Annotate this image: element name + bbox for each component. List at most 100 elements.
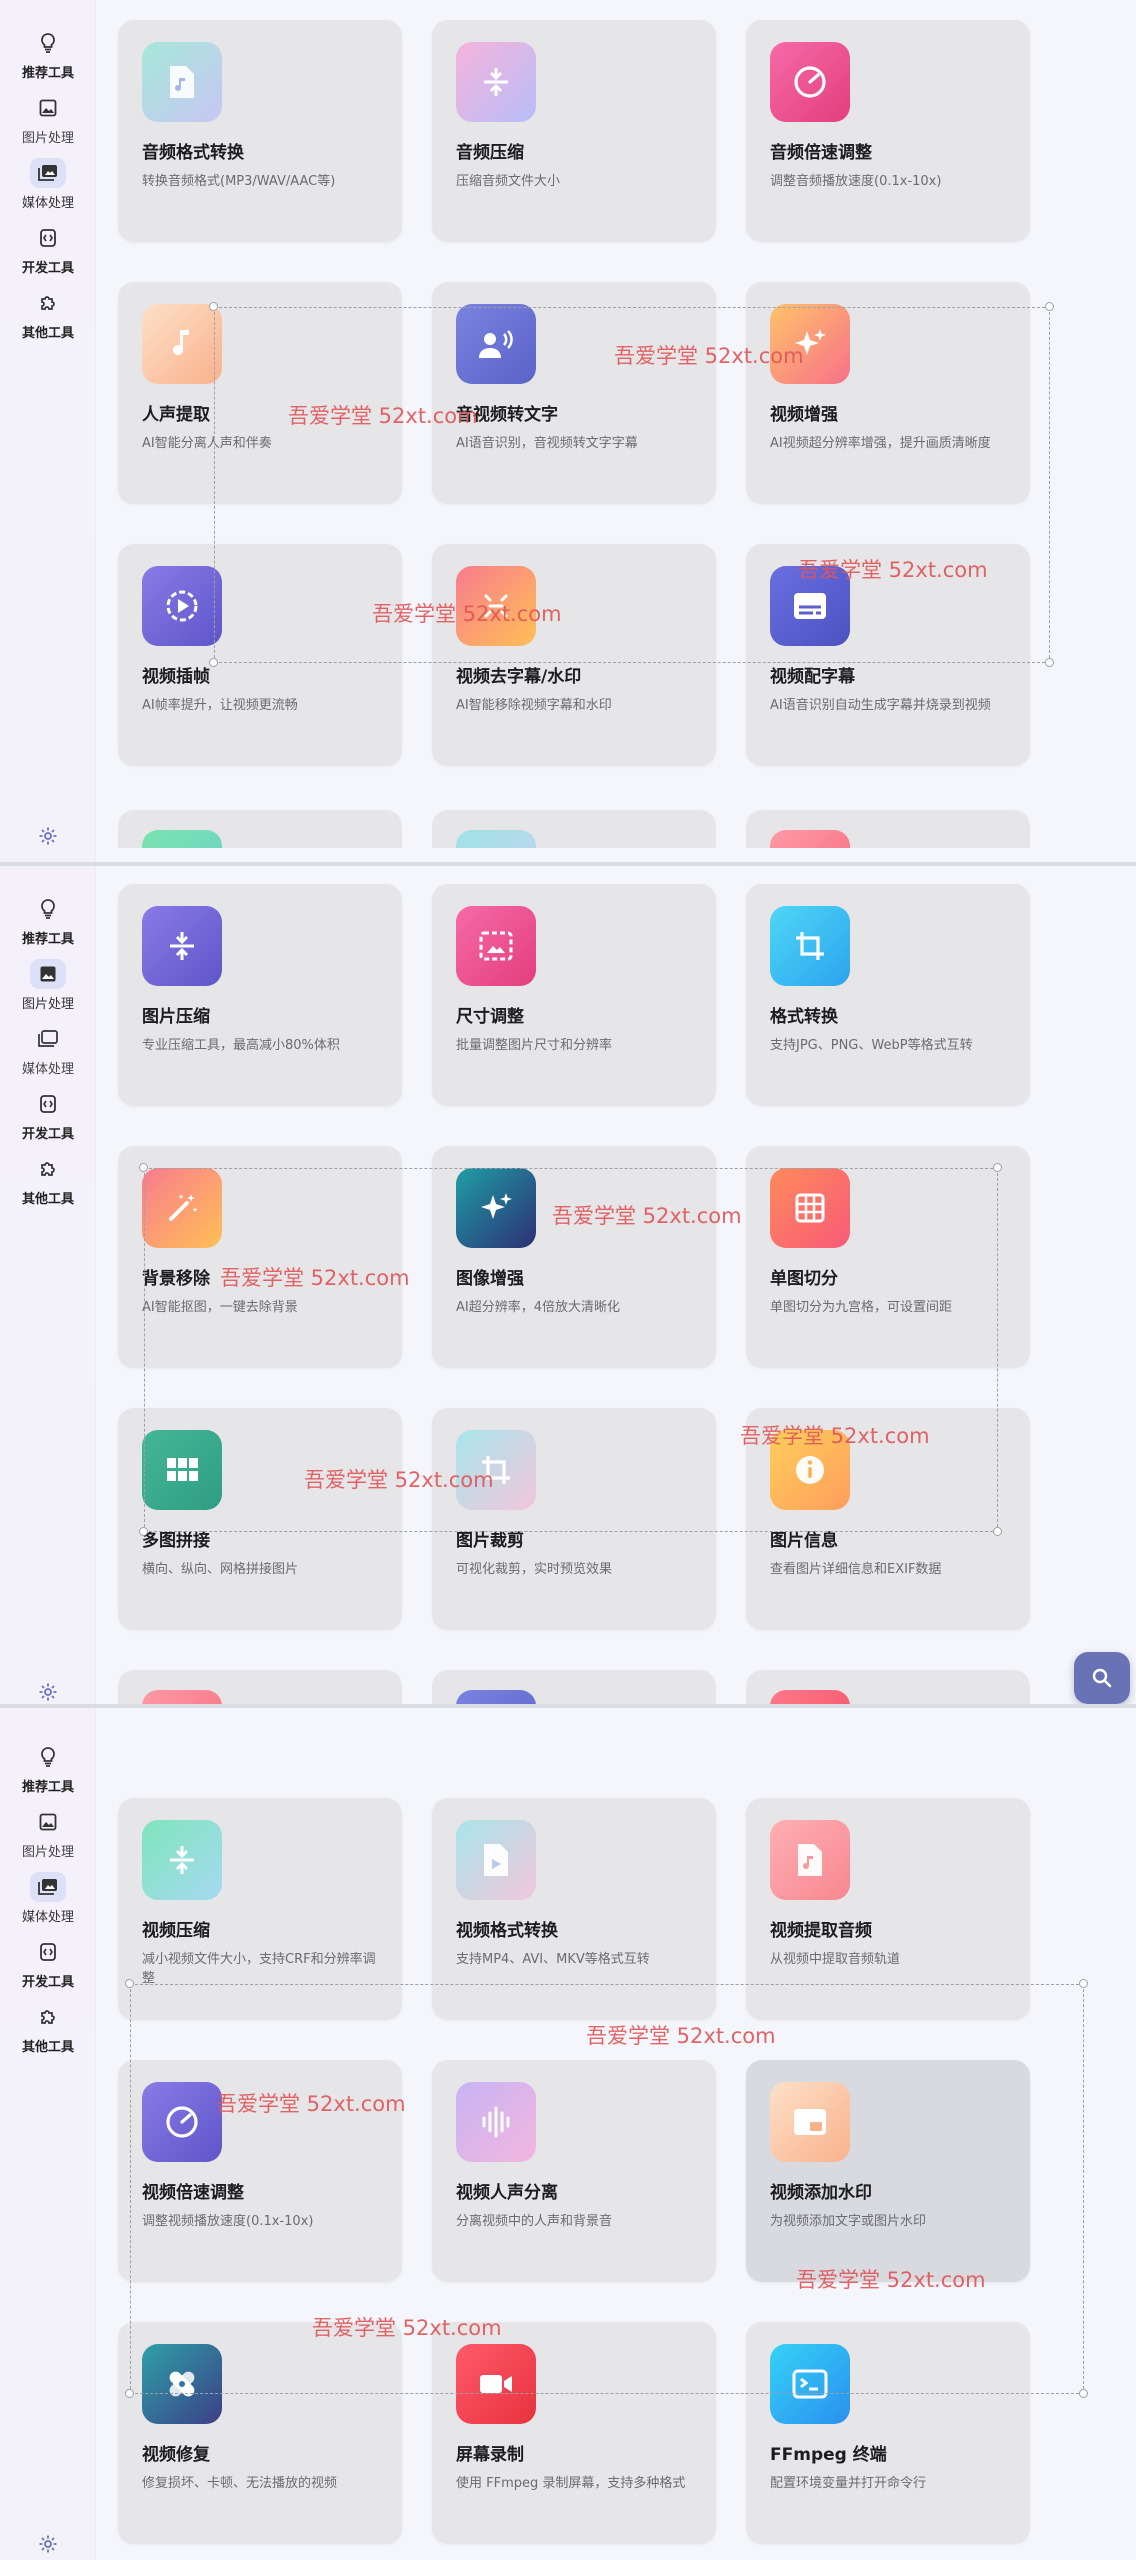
video-file-icon xyxy=(456,1820,536,1900)
lightbulb-icon xyxy=(30,1742,66,1772)
sidebar-item-image[interactable]: 图片处理 xyxy=(0,93,96,153)
tool-title: 人声提取 xyxy=(142,405,210,425)
sidebar-item-media[interactable]: 媒体处理 xyxy=(0,1872,96,1932)
tool-title: 音频压缩 xyxy=(456,143,524,163)
sidebar: 推荐工具 图片处理 媒体处理 开发工具 其他工具 xyxy=(0,1708,96,2560)
tool-title: 视频去字幕/水印 xyxy=(456,667,582,687)
sidebar-item-other[interactable]: 其他工具 xyxy=(0,288,96,348)
puzzle-icon xyxy=(30,288,66,318)
tool-description: 支持MP4、AVI、MKV等格式互转 xyxy=(456,1952,650,1967)
selection-handle[interactable] xyxy=(125,1979,134,1988)
sidebar: 推荐工具 图片处理 媒体处理 开发工具 其他工具 xyxy=(0,0,96,862)
puzzle-icon xyxy=(30,2002,66,2032)
tool-icon xyxy=(456,1690,536,1704)
settings-gear-icon[interactable] xyxy=(34,1678,62,1704)
tool-description: 调整音频播放速度(0.1x-10x) xyxy=(770,174,942,189)
media-gallery-icon xyxy=(30,1024,66,1054)
sidebar-item-media[interactable]: 媒体处理 xyxy=(0,158,96,218)
watermark-text: 吾爱学堂 52xt.com xyxy=(586,2024,776,2048)
tool-description: 批量调整图片尺寸和分辨率 xyxy=(456,1038,613,1053)
search-icon xyxy=(1092,1668,1112,1688)
selection-handle[interactable] xyxy=(993,1527,1002,1536)
tool-card[interactable]: 音频倍速调整 调整音频播放速度(0.1x-10x) xyxy=(746,20,1030,242)
tool-description: 专业压缩工具，最高减小80%体积 xyxy=(142,1038,340,1053)
sidebar-item-label: 其他工具 xyxy=(21,1192,74,1207)
sidebar-item-label: 图片处理 xyxy=(21,131,74,146)
tool-title: 视频配字幕 xyxy=(770,667,855,687)
tool-description: 从视频中提取音频轨道 xyxy=(770,1952,901,1967)
sidebar-item-recommend[interactable]: 推荐工具 xyxy=(0,894,96,954)
crop-icon xyxy=(770,906,850,986)
compress-icon xyxy=(456,42,536,122)
search-fab[interactable] xyxy=(1074,1652,1130,1704)
tool-card-partial[interactable] xyxy=(432,1670,716,1704)
sidebar-item-image[interactable]: 图片处理 xyxy=(0,959,96,1019)
sidebar-item-label: 图片处理 xyxy=(21,1845,74,1860)
watermark-text: 吾爱学堂 52xt.com xyxy=(216,2092,406,2116)
selection-handle[interactable] xyxy=(1079,1979,1088,1988)
media-gallery-icon xyxy=(30,158,66,188)
tool-description: 横向、纵向、网格拼接图片 xyxy=(142,1562,299,1577)
tool-title: 视频格式转换 xyxy=(456,1921,558,1941)
sidebar-item-label: 开发工具 xyxy=(21,261,74,276)
image-icon xyxy=(30,93,66,123)
tool-card-partial[interactable] xyxy=(746,1670,1030,1704)
sidebar-item-dev[interactable]: 开发工具 xyxy=(0,1089,96,1149)
tool-card-partial[interactable] xyxy=(746,810,1030,848)
sidebar-item-media[interactable]: 媒体处理 xyxy=(0,1024,96,1084)
watermark-text: 吾爱学堂 52xt.com xyxy=(740,1424,930,1448)
code-brackets-icon xyxy=(30,223,66,253)
settings-gear-icon[interactable] xyxy=(34,2530,62,2558)
selection-handle[interactable] xyxy=(1079,2389,1088,2398)
selection-handle[interactable] xyxy=(1045,658,1054,667)
sidebar-item-dev[interactable]: 开发工具 xyxy=(0,223,96,283)
selection-handle[interactable] xyxy=(125,2389,134,2398)
tool-card[interactable]: 音频压缩 压缩音频文件大小 xyxy=(432,20,716,242)
tool-title: 视频插帧 xyxy=(142,667,210,687)
sidebar-item-label: 图片处理 xyxy=(21,997,74,1012)
puzzle-icon xyxy=(30,1154,66,1184)
watermark-text: 吾爱学堂 52xt.com xyxy=(304,1468,494,1492)
tool-card-partial[interactable] xyxy=(118,1670,402,1704)
selection-handle[interactable] xyxy=(1045,302,1054,311)
sidebar-item-other[interactable]: 其他工具 xyxy=(0,2002,96,2062)
sidebar: 推荐工具 图片处理 媒体处理 开发工具 其他工具 xyxy=(0,866,96,1704)
watermark-text: 吾爱学堂 52xt.com xyxy=(372,602,562,626)
sidebar-item-recommend[interactable]: 推荐工具 xyxy=(0,28,96,88)
sidebar-item-recommend[interactable]: 推荐工具 xyxy=(0,1742,96,1802)
sidebar-item-label: 开发工具 xyxy=(21,1975,74,1990)
tool-title: 尺寸调整 xyxy=(456,1007,524,1027)
sidebar-item-label: 媒体处理 xyxy=(21,1910,74,1925)
tool-card-partial[interactable] xyxy=(118,810,402,848)
sidebar-item-image[interactable]: 图片处理 xyxy=(0,1807,96,1867)
tool-card[interactable]: 音频格式转换 转换音频格式(MP3/WAV/AAC等) xyxy=(118,20,402,242)
sidebar-item-other[interactable]: 其他工具 xyxy=(0,1154,96,1214)
watermark-text: 吾爱学堂 52xt.com xyxy=(798,558,988,582)
tool-title: 视频修复 xyxy=(142,2445,210,2465)
tool-card[interactable]: 尺寸调整 批量调整图片尺寸和分辨率 xyxy=(432,884,716,1106)
sidebar-item-label: 推荐工具 xyxy=(21,932,74,947)
music-note-icon xyxy=(142,304,222,384)
selection-handle[interactable] xyxy=(209,302,218,311)
selection-handle[interactable] xyxy=(209,658,218,667)
compress-icon xyxy=(142,1820,222,1900)
image-icon xyxy=(30,1807,66,1837)
tool-card-partial[interactable] xyxy=(432,810,716,848)
tool-title: 音频倍速调整 xyxy=(770,143,872,163)
speedometer-icon xyxy=(770,42,850,122)
sidebar-item-label: 开发工具 xyxy=(21,1127,74,1142)
selection-handle[interactable] xyxy=(993,1163,1002,1172)
sidebar-item-dev[interactable]: 开发工具 xyxy=(0,1937,96,1997)
tool-icon xyxy=(770,830,850,848)
selection-handle[interactable] xyxy=(139,1163,148,1172)
tool-description: 查看图片详细信息和EXIF数据 xyxy=(770,1562,942,1577)
tool-card[interactable]: 图片压缩 专业压缩工具，最高减小80%体积 xyxy=(118,884,402,1106)
tool-description: AI语音识别自动生成字幕并烧录到视频 xyxy=(770,698,991,713)
lightbulb-icon xyxy=(30,28,66,58)
image-panel: 推荐工具 图片处理 媒体处理 开发工具 其他工具 图片压缩 专业压缩工具，最高减… xyxy=(0,866,1136,1704)
tool-card[interactable]: 格式转换 支持JPG、PNG、WebP等格式互转 xyxy=(746,884,1030,1106)
settings-gear-icon[interactable] xyxy=(34,822,62,850)
selection-handle[interactable] xyxy=(139,1527,148,1536)
watermark-text: 吾爱学堂 52xt.com xyxy=(288,404,478,428)
tool-description: AI帧率提升，让视频更流畅 xyxy=(142,698,298,713)
